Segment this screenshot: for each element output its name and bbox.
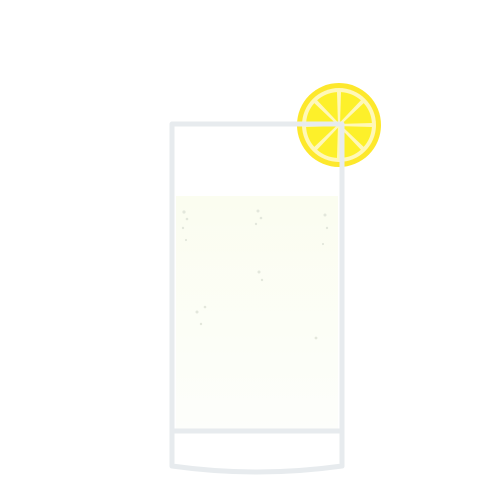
bubble <box>195 310 199 314</box>
bubble <box>259 216 263 220</box>
bubble <box>323 213 327 217</box>
bubble <box>199 322 203 326</box>
bubble <box>321 242 325 246</box>
bubble <box>185 217 189 221</box>
bubble <box>256 209 260 213</box>
bubble <box>257 270 261 274</box>
highball-glass-scene <box>169 83 381 475</box>
bubble <box>203 305 207 309</box>
bubble <box>260 278 264 282</box>
bubble <box>184 238 188 242</box>
drink-liquid <box>176 196 338 430</box>
bubble <box>314 336 318 340</box>
bubble <box>325 226 329 230</box>
bubble <box>182 210 186 214</box>
bubble <box>254 222 258 226</box>
bubble <box>181 226 185 230</box>
drink-illustration <box>0 0 500 500</box>
